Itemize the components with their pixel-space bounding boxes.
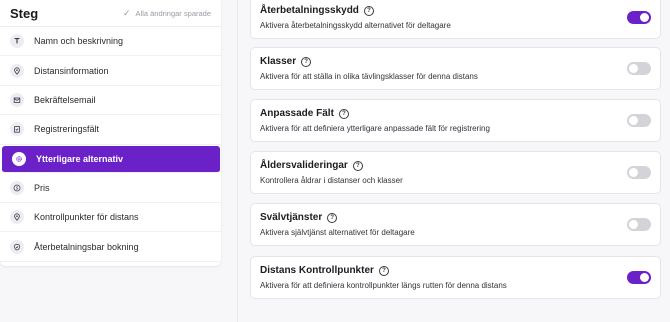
step-label: Pris xyxy=(34,182,50,193)
step-bekraftelsemail[interactable]: Bekräftelsemail xyxy=(0,86,221,116)
toggle-knob xyxy=(629,168,638,177)
toggle-klasser[interactable] xyxy=(627,62,651,75)
help-icon[interactable]: ? xyxy=(327,212,338,223)
toggle-aldersvalideringar[interactable] xyxy=(627,166,651,179)
setting-klasser: Klasser ? Aktivera för att ställa in oli… xyxy=(250,47,661,90)
setting-title-label: Anpassade Fält xyxy=(260,108,334,119)
setting-svalvtjanster: Svälvtjänster ? Aktivera självtjänst alt… xyxy=(250,203,661,246)
toggle-knob xyxy=(629,64,638,73)
steps-list: Namn och beskrivning Distansinformation … xyxy=(0,27,221,262)
setting-description: Aktivera återbetalningsskydd alternative… xyxy=(260,21,451,30)
step-label: Bekräftelsemail xyxy=(34,94,96,105)
toggle-knob xyxy=(629,220,638,229)
text-icon xyxy=(10,34,24,49)
setting-anpassade-falt: Anpassade Fält ? Aktivera för att defini… xyxy=(250,99,661,142)
shield-icon xyxy=(10,239,24,254)
setting-description: Aktivera för att ställa in olika tävling… xyxy=(260,72,478,81)
steps-title: Steg xyxy=(10,5,39,21)
step-namn-och-beskrivning[interactable]: Namn och beskrivning xyxy=(0,27,221,57)
steps-header: Steg ✓ Alla ändringar sparade xyxy=(0,0,221,27)
setting-title: Svälvtjänster ? xyxy=(260,212,338,223)
help-icon[interactable]: ? xyxy=(378,265,389,276)
step-label: Ytterligare alternativ xyxy=(36,153,124,164)
step-aterbetalningsbar-bokning[interactable]: Återbetalningsbar bokning xyxy=(0,232,221,262)
setting-aterbetalningsskydd: Återbetalningsskydd ? Aktivera återbetal… xyxy=(250,0,661,39)
setting-title: Distans Kontrollpunkter ? xyxy=(260,265,389,276)
step-label: Distansinformation xyxy=(34,65,109,76)
help-icon[interactable]: ? xyxy=(301,56,312,67)
location-pin-icon xyxy=(10,63,24,78)
step-label: Namn och beskrivning xyxy=(34,36,124,47)
toggle-knob xyxy=(629,116,638,125)
panel-divider xyxy=(237,0,238,322)
checkmark-icon: ✓ xyxy=(122,7,131,18)
gear-icon xyxy=(12,151,26,166)
step-label: Registreringsfält xyxy=(34,124,100,135)
step-label: Kontrollpunkter för distans xyxy=(34,212,139,223)
setting-aldersvalideringar: Åldersvalideringar ? Kontrollera åldrar … xyxy=(250,151,661,194)
toggle-anpassade-falt[interactable] xyxy=(627,114,651,127)
setting-description: Aktivera självtjänst alternativet för de… xyxy=(260,228,415,237)
toggle-knob xyxy=(640,273,649,282)
setting-distans-kontrollpunkter: Distans Kontrollpunkter ? Aktivera för a… xyxy=(250,256,661,299)
setting-description: Aktivera för att definiera ytterligare a… xyxy=(260,124,490,133)
toggle-aterbetalningsskydd[interactable] xyxy=(627,11,651,24)
setting-title-label: Åldersvalideringar xyxy=(260,160,348,171)
step-distansinformation[interactable]: Distansinformation xyxy=(0,56,221,86)
save-status: ✓ Alla ändringar sparade xyxy=(123,8,211,19)
toggle-distans-kontrollpunkter[interactable] xyxy=(627,271,651,284)
toggle-svalvtjanster[interactable] xyxy=(627,218,651,231)
envelope-icon xyxy=(10,92,24,107)
step-kontrollpunkter[interactable]: Kontrollpunkter för distans xyxy=(0,203,221,233)
steps-panel: Steg ✓ Alla ändringar sparade Namn och b… xyxy=(0,0,221,266)
step-pris[interactable]: $ Pris xyxy=(0,174,221,203)
setting-title: Anpassade Fält ? xyxy=(260,108,349,119)
setting-description: Aktivera för att definiera kontrollpunkt… xyxy=(260,281,507,290)
location-pin-icon xyxy=(10,210,24,225)
step-label: Återbetalningsbar bokning xyxy=(34,241,139,252)
setting-description: Kontrollera åldrar i distanser och klass… xyxy=(260,176,403,185)
svg-text:$: $ xyxy=(16,185,19,191)
setting-title: Klasser ? xyxy=(260,56,312,67)
help-icon[interactable]: ? xyxy=(352,160,363,171)
setting-title-label: Distans Kontrollpunkter xyxy=(260,265,374,276)
help-icon[interactable]: ? xyxy=(363,5,374,16)
dollar-icon: $ xyxy=(10,180,24,195)
setting-title-label: Svälvtjänster xyxy=(260,212,323,223)
toggle-knob xyxy=(640,13,649,22)
step-registreringsfalt[interactable]: Registreringsfält xyxy=(0,115,221,145)
setting-title: Åldersvalideringar ? xyxy=(260,160,363,171)
setting-title-label: Klasser xyxy=(260,56,297,67)
save-status-label: Alla ändringar sparade xyxy=(135,8,211,18)
clipboard-icon xyxy=(10,122,24,137)
help-icon[interactable]: ? xyxy=(338,108,349,119)
setting-title: Återbetalningsskydd ? xyxy=(260,5,374,16)
step-ytterligare-alternativ[interactable]: Ytterligare alternativ xyxy=(2,145,220,173)
setting-title-label: Återbetalningsskydd xyxy=(260,5,359,16)
